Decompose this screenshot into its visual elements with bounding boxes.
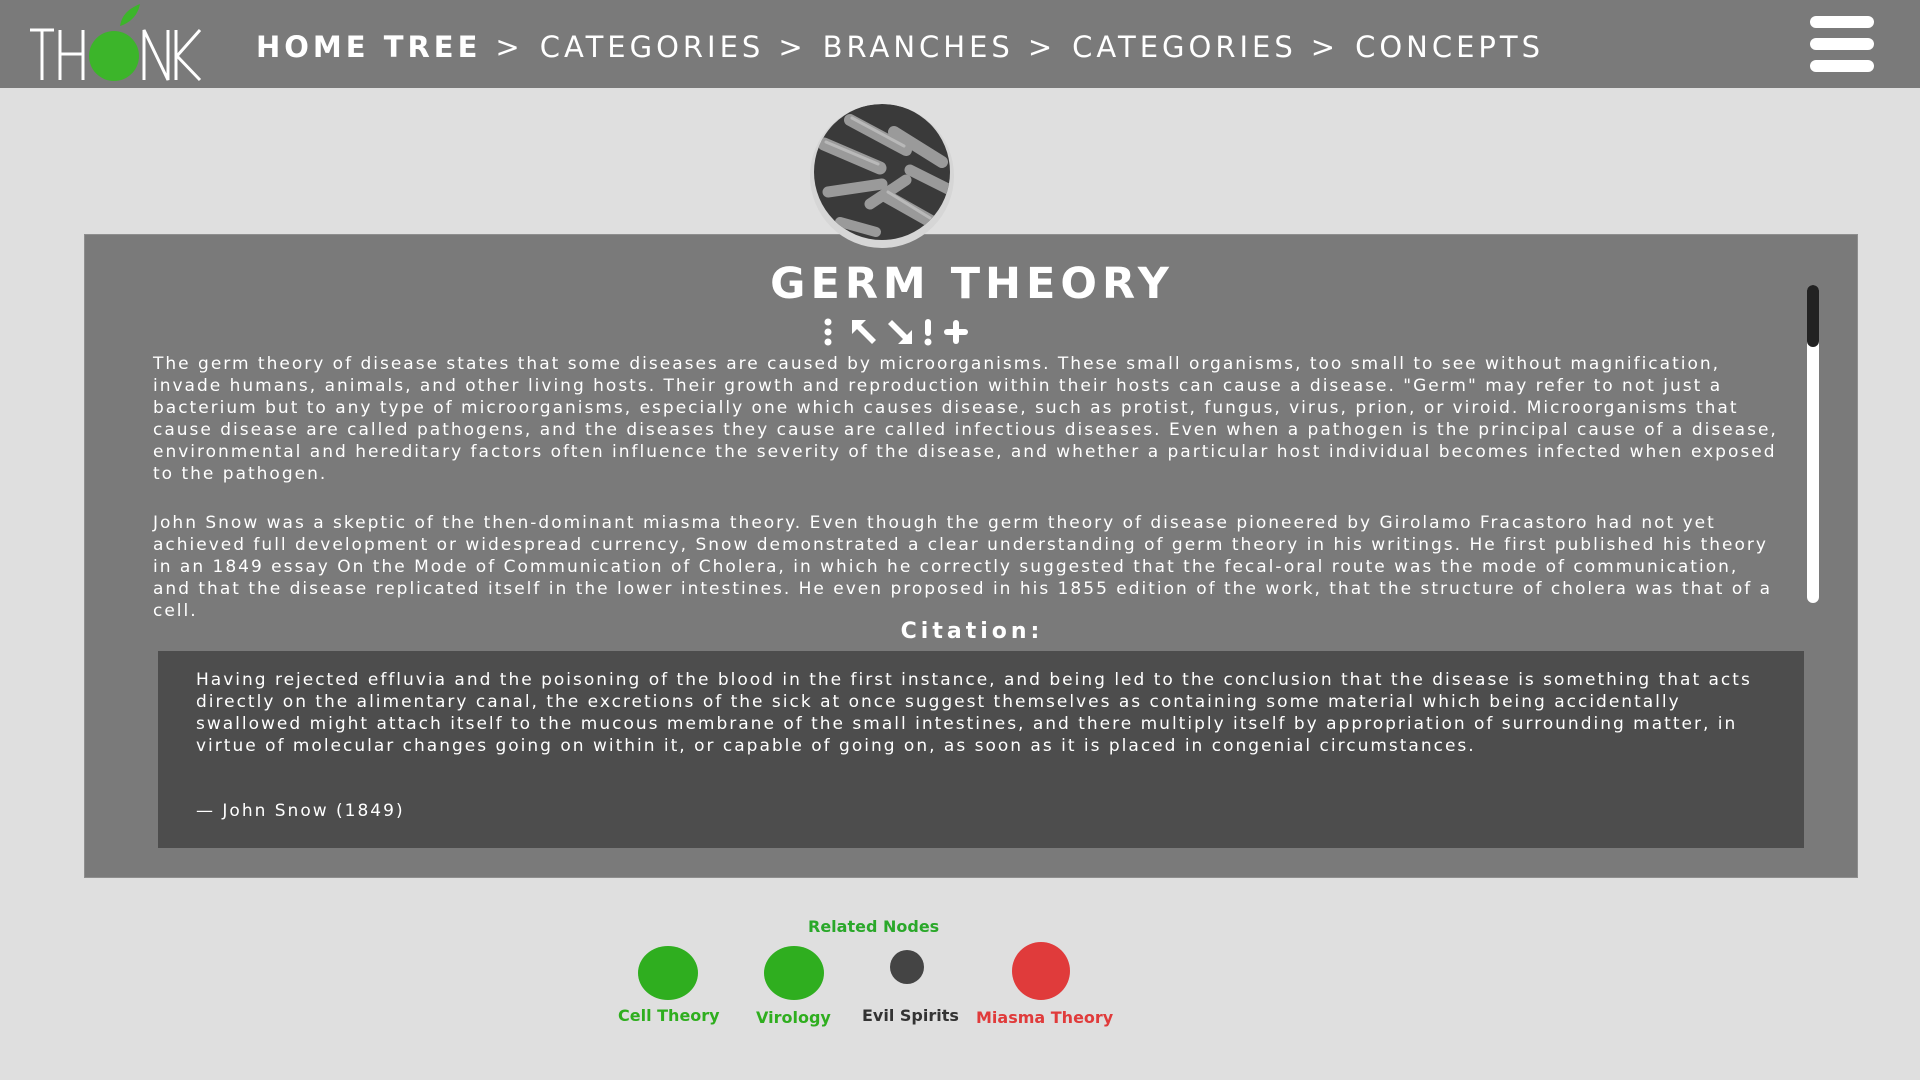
- breadcrumb: HOME TREE > CATEGORIES > BRANCHES > CATE…: [256, 30, 1544, 64]
- node-dot-icon: [1012, 942, 1070, 1000]
- exclamation-icon[interactable]: [921, 316, 935, 348]
- hamburger-icon: [1810, 16, 1874, 28]
- top-bar: HOME TREE > CATEGORIES > BRANCHES > CATE…: [0, 0, 1920, 88]
- citation-quote: Having rejected effluvia and the poisoni…: [196, 670, 1752, 756]
- citation-block: Having rejected effluvia and the poisoni…: [158, 651, 1804, 848]
- concept-toolbar: [813, 315, 971, 349]
- more-vertical-icon[interactable]: [813, 316, 843, 348]
- related-node-label: Miasma Theory: [976, 1008, 1114, 1027]
- description-scrollbar[interactable]: [1807, 285, 1819, 603]
- plus-icon[interactable]: [941, 316, 971, 348]
- breadcrumb-separator: >: [778, 30, 807, 64]
- hamburger-menu-button[interactable]: [1810, 16, 1874, 72]
- node-dot-icon: [890, 950, 924, 984]
- breadcrumb-separator: >: [1027, 30, 1057, 64]
- think-logo[interactable]: [28, 0, 203, 88]
- breadcrumb-separator: >: [495, 30, 524, 64]
- breadcrumb-home-tree[interactable]: HOME TREE: [256, 30, 481, 64]
- citation-heading: Citation:: [900, 619, 1044, 644]
- arrow-down-right-icon[interactable]: [885, 316, 915, 348]
- breadcrumb-branches[interactable]: BRANCHES: [823, 30, 1014, 64]
- breadcrumb-concepts[interactable]: CONCEPTS: [1355, 30, 1544, 64]
- related-node-label: Evil Spirits: [862, 1006, 959, 1025]
- description-paragraph: The germ theory of disease states that s…: [153, 354, 1778, 484]
- breadcrumb-categories-sub[interactable]: CATEGORIES: [1072, 30, 1297, 64]
- concept-title: GERM THEORY: [770, 259, 1174, 309]
- breadcrumb-categories[interactable]: CATEGORIES: [540, 30, 765, 64]
- related-node-label: Cell Theory: [618, 1006, 720, 1025]
- concept-description: The germ theory of disease states that s…: [153, 353, 1783, 649]
- node-dot-icon: [638, 946, 698, 1000]
- hamburger-icon: [1810, 38, 1874, 50]
- node-dot-icon: [764, 946, 824, 1000]
- related-nodes-title: Related Nodes: [808, 917, 940, 936]
- description-paragraph: John Snow was a skeptic of the then-domi…: [153, 513, 1773, 621]
- hamburger-icon: [1810, 60, 1874, 72]
- breadcrumb-separator: >: [1310, 30, 1340, 64]
- arrow-up-left-icon[interactable]: [849, 316, 879, 348]
- scrollbar-thumb[interactable]: [1807, 285, 1819, 347]
- related-node-label: Virology: [756, 1008, 831, 1027]
- citation-author: — John Snow (1849): [196, 801, 405, 821]
- concept-image: [810, 104, 954, 248]
- concept-card: GERM THEORY The germ theory of disease s…: [84, 234, 1858, 878]
